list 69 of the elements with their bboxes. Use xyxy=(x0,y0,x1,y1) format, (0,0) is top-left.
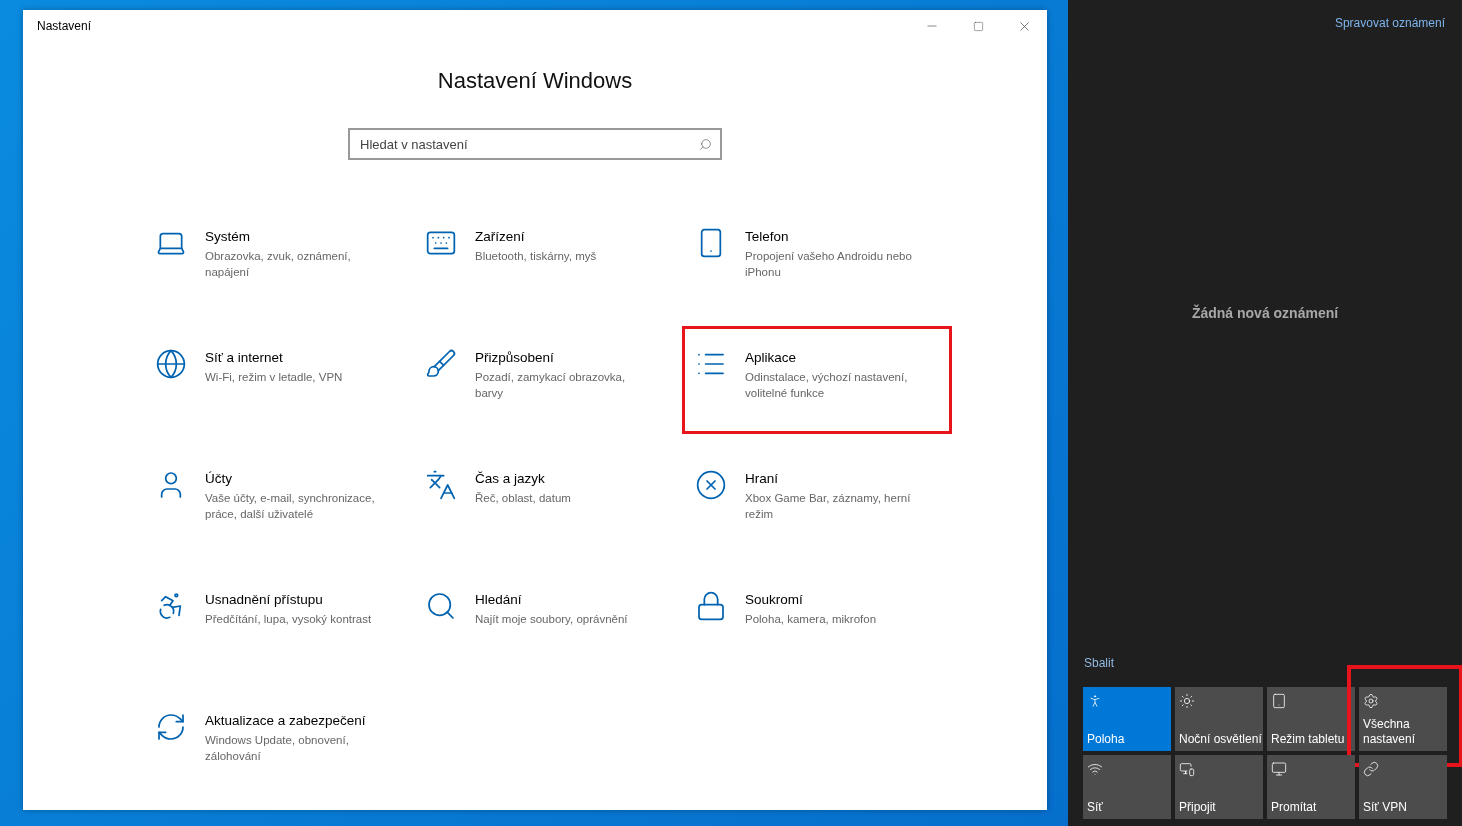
category-title: Aplikace xyxy=(745,350,798,365)
devices-icon xyxy=(1179,761,1195,777)
quick-action-tile[interactable]: Připojit xyxy=(1175,755,1263,819)
category-title: Systém xyxy=(205,229,251,244)
lock-icon xyxy=(695,590,727,622)
monitor-icon xyxy=(1271,761,1287,777)
settings-category[interactable]: Síť a internet Wi-Fi, režim v letadle, VPN xyxy=(142,344,412,452)
window-title: Nastavení xyxy=(37,19,93,33)
empty-notifications-message: Žádná nová oznámení xyxy=(1191,305,1339,321)
category-description: Předčítání, lupa, vysoký kontrast xyxy=(205,612,373,627)
category-description: Odinstalace, výchozí nastavení, volitelné funkce xyxy=(745,370,909,401)
search-field[interactable]: Hledat v nastavení xyxy=(348,128,722,160)
quick-action-tile[interactable]: Síť xyxy=(1083,755,1171,819)
quick-action-tile[interactable]: Režim tabletu xyxy=(1267,687,1355,751)
category-title: Usnadnění přístupu xyxy=(205,592,324,607)
category-description: Propojení vašeho Androidu nebo iPhonu xyxy=(745,249,913,280)
category-title: Hraní xyxy=(745,471,779,486)
category-description: Pozadí, zamykací obrazovka, barvy xyxy=(475,370,627,401)
category-title: Čas a jazyk xyxy=(475,471,546,486)
category-description: Obrazovka, zvuk, oznámení, napájení xyxy=(205,249,352,280)
search-icon xyxy=(425,590,457,622)
settings-category[interactable]: Čas a jazyk Řeč, oblast, datum xyxy=(412,465,682,573)
quick-action-tile[interactable]: Promítat xyxy=(1267,755,1355,819)
settings-category[interactable]: Přizpůsobení Pozadí, zamykací obrazovka, barvy xyxy=(412,344,682,452)
category-description: Najít moje soubory, oprávnění xyxy=(475,612,629,627)
category-title: Soukromí xyxy=(745,592,804,607)
category-description: Windows Update, obnovení, zálohování xyxy=(205,733,350,764)
wifi-icon xyxy=(1087,761,1103,777)
category-title: Zařízení xyxy=(475,229,526,244)
settings-category[interactable]: Usnadnění přístupu Předčítání, lupa, vysoký kontrast xyxy=(142,586,412,694)
brush-icon xyxy=(425,348,457,380)
category-title: Hledání xyxy=(475,592,523,607)
category-title: Přizpůsobení xyxy=(475,350,555,365)
settings-category[interactable]: Systém Obrazovka, zvuk, oznámení, napájení xyxy=(142,223,412,331)
settings-category[interactable]: Aktualizace a zabezpečení Windows Update, obnovení, zálohování xyxy=(142,707,412,815)
page-heading: Nastavení Windows xyxy=(436,68,634,94)
settings-category[interactable]: Zařízení Bluetooth, tiskárny, myš xyxy=(412,223,682,331)
quick-action-tile[interactable]: Síť VPN xyxy=(1359,755,1447,819)
category-description: Xbox Game Bar, záznamy, herní režim xyxy=(745,491,912,522)
category-title: Aktualizace a zabezpečení xyxy=(205,713,367,728)
category-description: Wi-Fi, režim v letadle, VPN xyxy=(205,370,344,385)
quick-action-tile[interactable]: Poloha xyxy=(1083,687,1171,751)
quick-action-tile[interactable]: Všechna nastavení xyxy=(1359,687,1447,751)
settings-category[interactable]: Hraní Xbox Game Bar, záznamy, herní režim xyxy=(682,465,952,573)
circle-x-icon xyxy=(695,469,727,501)
refresh-icon xyxy=(155,711,187,743)
maximize-icon xyxy=(972,20,984,32)
category-description: Řeč, oblast, datum xyxy=(475,491,572,506)
category-title: Síť a internet xyxy=(205,350,284,365)
link-icon xyxy=(1363,761,1379,777)
globe-icon xyxy=(155,348,187,380)
quick-action-tile[interactable]: Noční osvětlení xyxy=(1175,687,1263,751)
language-icon xyxy=(425,469,457,501)
tablet-icon xyxy=(1271,693,1287,709)
manage-notifications-link[interactable]: Spravovat oznámení xyxy=(1334,16,1445,30)
settings-category[interactable]: Účty Vaše účty, e-mail, synchronizace, práce, další uživatelé xyxy=(142,465,412,573)
category-title: Telefon xyxy=(745,229,790,244)
settings-category[interactable]: Soukromí Poloha, kamera, mikrofon xyxy=(682,586,952,694)
settings-category[interactable]: Aplikace Odinstalace, výchozí nastavení, volitelné funkce xyxy=(682,326,952,434)
category-description: Bluetooth, tiskárny, myš xyxy=(475,249,598,264)
category-description: Poloha, kamera, mikrofon xyxy=(745,612,878,627)
person-icon xyxy=(1087,693,1103,709)
collapse-link[interactable]: Sbalit xyxy=(1084,656,1447,670)
settings-category[interactable]: Hledání Najít moje soubory, oprávnění xyxy=(412,586,682,694)
settings-icon xyxy=(1363,693,1379,709)
category-description: Vaše účty, e-mail, synchronizace, práce, další uživatelé xyxy=(205,491,376,522)
sun-icon xyxy=(1179,693,1195,709)
search-icon xyxy=(699,138,712,151)
category-title: Účty xyxy=(205,471,233,486)
